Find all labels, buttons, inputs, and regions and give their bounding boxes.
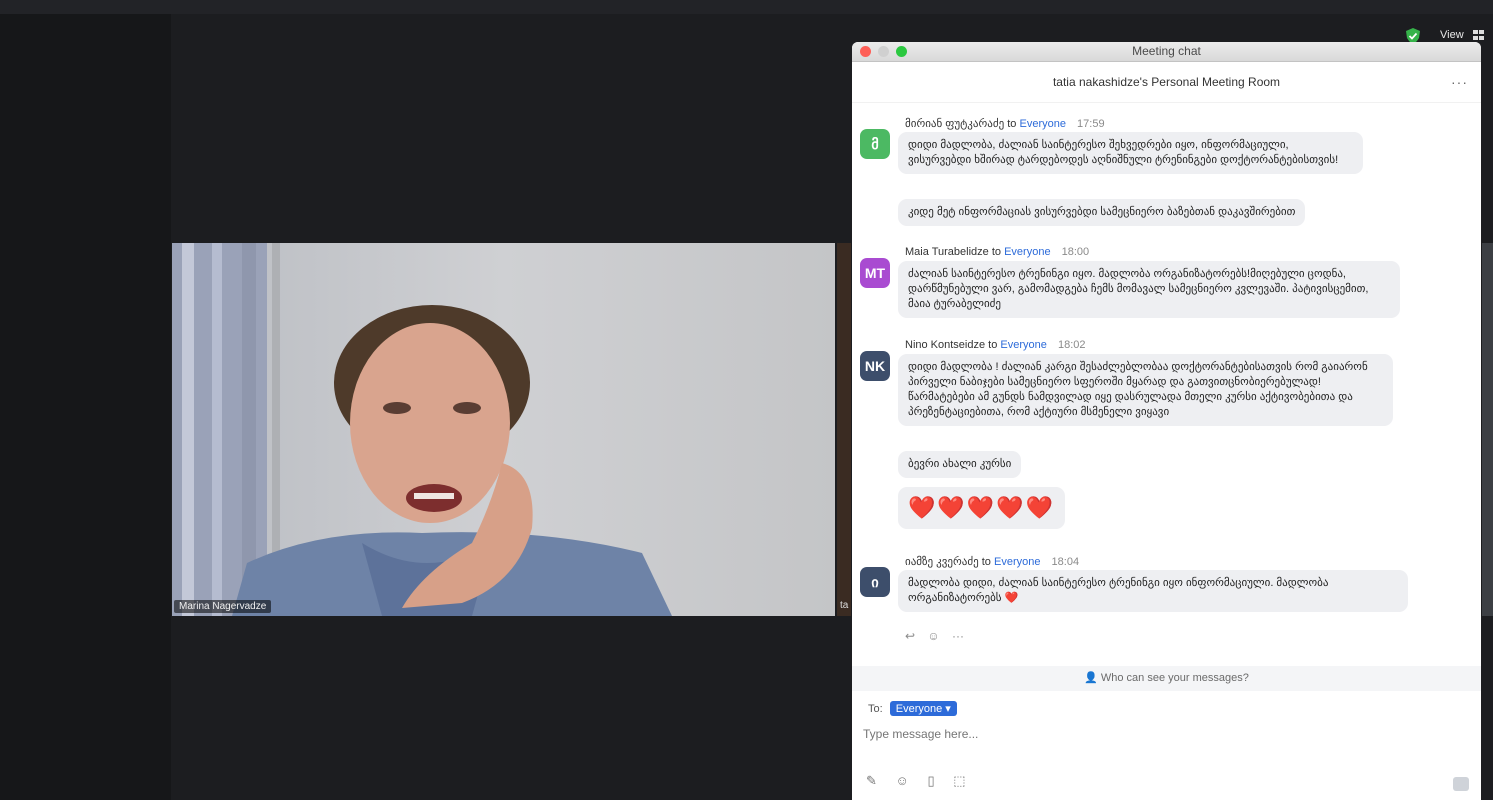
sender-name: Maia Turabelidze: [905, 246, 989, 258]
room-title: tatia nakashidze's Personal Meeting Room: [1052, 75, 1281, 89]
side-participant-label: ta: [840, 600, 849, 611]
visibility-banner[interactable]: 👤 Who can see your messages?: [852, 666, 1481, 691]
file-icon[interactable]: ▯: [927, 773, 934, 788]
people-icon: 👤: [1084, 672, 1098, 684]
emoji-icon[interactable]: ☺: [896, 773, 909, 788]
to-label: to: [991, 246, 1002, 258]
chat-titlebar: Meeting chat: [852, 42, 1481, 62]
message-bubble[interactable]: დიდი მადლობა ! ძალიან კარგი შესაძლებლობა…: [898, 354, 1393, 426]
recipient-link[interactable]: Everyone: [994, 556, 1040, 568]
recipient-link[interactable]: Everyone: [1000, 339, 1046, 351]
more-icon[interactable]: ···: [1451, 74, 1468, 90]
sender-name: Nino Kontseidze: [905, 339, 986, 351]
emoji-message-bubble[interactable]: ❤️❤️❤️❤️❤️: [898, 487, 1065, 529]
to-label: to: [981, 556, 991, 568]
avatar: NK: [860, 351, 890, 381]
chat-header: tatia nakashidze's Personal Meeting Room…: [852, 62, 1481, 103]
chat-toolbar: ✎ ☺ ▯ ⬚: [866, 773, 981, 789]
empty-gallery-area: [0, 14, 171, 800]
offscreen-tile: [1482, 243, 1493, 616]
participant-name-label: Marina Nagervadze: [174, 600, 272, 613]
to-label: to: [988, 339, 998, 351]
message-bubble[interactable]: მადლობა დიდი, ძალიან საინტერესო ტრენინგი…: [898, 570, 1408, 612]
recipient-link[interactable]: Everyone: [1004, 246, 1050, 258]
to-label: To:: [868, 703, 883, 715]
participant-video-tile[interactable]: Marina Nagervadze: [172, 243, 835, 616]
grid-view-icon[interactable]: [1473, 30, 1484, 40]
message-list: მ მირიან ფუტკარაძე to Everyone 17:59 დიდ…: [852, 102, 1481, 662]
emoji-reaction-icon[interactable]: ☺: [927, 629, 939, 643]
message-meta: Maia Turabelidze to Everyone 18:00: [905, 246, 1089, 258]
sender-name: მირიან ფუტკარაძე: [905, 118, 1005, 130]
view-button[interactable]: View: [1440, 29, 1464, 41]
timestamp: 18:04: [1051, 556, 1080, 568]
sender-name: იამზე კვერაძე: [905, 556, 979, 568]
message-bubble[interactable]: ძალიან საინტერესო ტრენინგი იყო. მადლობა …: [898, 261, 1400, 318]
reply-icon[interactable]: ↩: [905, 629, 915, 643]
side-participant-tile[interactable]: ta: [837, 243, 851, 616]
message-meta: იამზე კვერაძე to Everyone 18:04: [905, 555, 1079, 568]
message-bubble[interactable]: დიდი მადლობა, ძალიან საინტერესო შეხვედრე…: [898, 132, 1363, 174]
message-bubble[interactable]: კიდე მეტ ინფორმაციას ვისურვებდი სამეცნიე…: [898, 199, 1306, 226]
visibility-prompt: Who can see your messages?: [1100, 672, 1249, 684]
message-bubble[interactable]: ბევრი ახალი კურსი: [898, 451, 1022, 478]
recipient-link[interactable]: Everyone: [1019, 118, 1065, 130]
close-window-icon[interactable]: [860, 46, 871, 57]
window-title: Meeting chat: [1132, 44, 1201, 58]
zoom-window-icon[interactable]: [896, 46, 907, 57]
participant-video: [172, 243, 835, 616]
message-actions: ↩ ☺ ···: [905, 629, 973, 643]
avatar: ი: [860, 567, 890, 597]
send-icon[interactable]: [1453, 777, 1469, 791]
to-label: to: [1007, 118, 1017, 130]
recipient-row: To: Everyone ▾: [868, 701, 957, 716]
screen-capture-icon[interactable]: ⬚: [953, 773, 965, 788]
message-meta: Nino Kontseidze to Everyone 18:02: [905, 339, 1086, 351]
more-icon[interactable]: ···: [952, 629, 964, 643]
top-bar: [0, 0, 1493, 14]
recipient-select[interactable]: Everyone ▾: [889, 701, 957, 716]
screenshot-icon[interactable]: ✎: [866, 773, 877, 788]
minimize-window-icon[interactable]: [878, 46, 889, 57]
message-input[interactable]: [861, 726, 1165, 742]
timestamp: 18:00: [1061, 246, 1090, 258]
timestamp: 18:02: [1057, 339, 1086, 351]
meeting-chat-window: Meeting chat tatia nakashidze's Personal…: [852, 42, 1481, 800]
message-meta: მირიან ფუტკარაძე to Everyone 17:59: [905, 117, 1105, 130]
avatar: მ: [860, 129, 890, 159]
avatar: MT: [860, 258, 890, 288]
timestamp: 17:59: [1077, 118, 1105, 130]
